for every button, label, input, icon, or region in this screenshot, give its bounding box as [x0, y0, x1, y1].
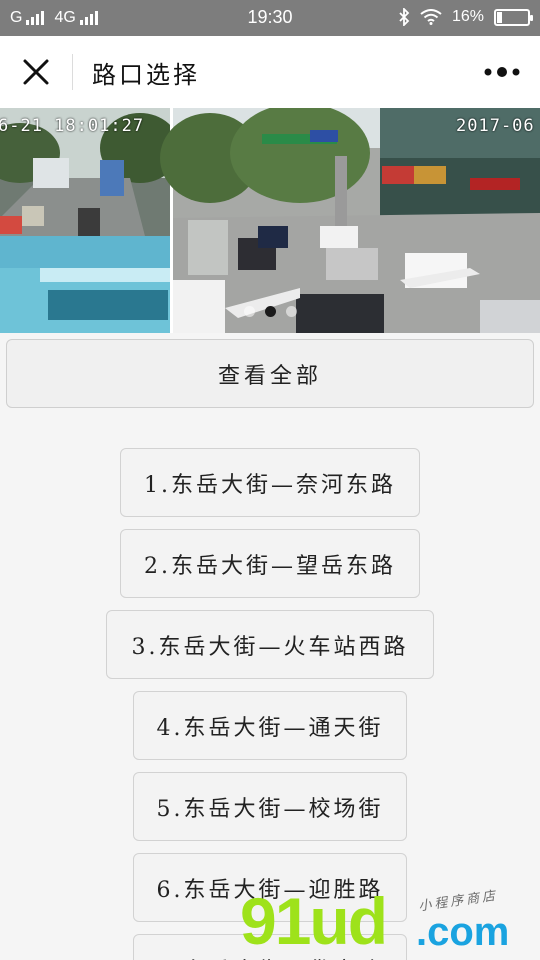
- close-button[interactable]: [14, 50, 58, 94]
- battery-icon: [494, 8, 533, 26]
- page-title: 路口选择: [92, 61, 200, 89]
- traffic-camera-image: [0, 108, 540, 333]
- intersection-item[interactable]: 3.东岳大街—火车站西路: [106, 610, 434, 679]
- intersection-item[interactable]: 1.东岳大街—奈河东路: [120, 448, 420, 517]
- status-bar: G 4G 19:30 16%: [0, 0, 540, 36]
- more-icon: [484, 67, 520, 77]
- status-icons: 16%: [398, 8, 533, 26]
- watermark-suffix-text: .com: [416, 910, 510, 954]
- wifi-icon: [420, 9, 442, 25]
- carousel-dot[interactable]: [285, 306, 297, 317]
- camera-timestamp-right: 2017-06: [456, 116, 535, 136]
- bluetooth-icon: [399, 8, 410, 26]
- nav-bar: 路口选择: [0, 36, 540, 108]
- carousel-dot[interactable]: [264, 306, 276, 317]
- watermark-main-text: 91ud: [240, 884, 388, 958]
- battery-percent: 16%: [451, 8, 484, 25]
- carousel-dot[interactable]: [243, 306, 255, 317]
- close-icon: [23, 59, 49, 85]
- watermark-logo: 91ud .com 小程序商店: [240, 888, 540, 960]
- more-button[interactable]: [478, 54, 526, 90]
- intersection-item[interactable]: 4.东岳大街—通天街: [133, 691, 407, 760]
- intersection-item[interactable]: 5.东岳大街—校场街: [133, 772, 407, 841]
- intersection-item[interactable]: 2.东岳大街—望岳东路: [120, 529, 420, 598]
- view-all-button[interactable]: 查看全部: [6, 339, 534, 408]
- nav-divider: [72, 54, 73, 90]
- camera-banner[interactable]: 6-21 18:01:27 2017-06: [0, 108, 540, 333]
- camera-timestamp-left: 6-21 18:01:27: [0, 116, 145, 136]
- carousel-indicator[interactable]: [0, 306, 540, 317]
